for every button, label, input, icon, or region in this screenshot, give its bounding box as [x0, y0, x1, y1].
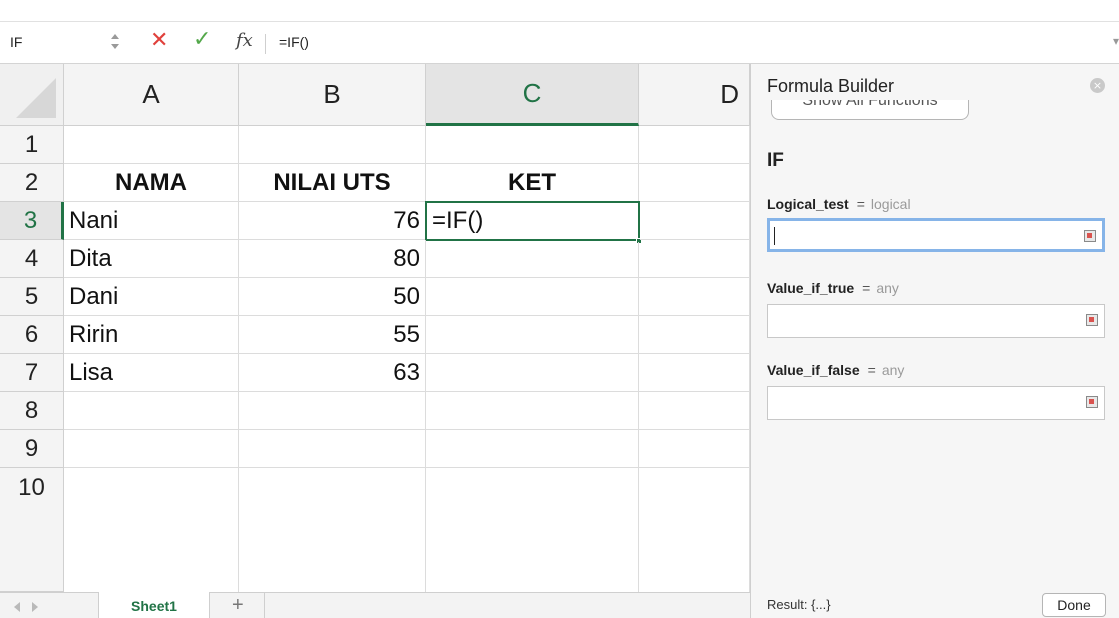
sheet-tab-sheet1[interactable]: Sheet1 [98, 592, 210, 618]
cell-d5[interactable] [639, 278, 750, 316]
close-icon[interactable]: × [1090, 78, 1105, 93]
cell-d3[interactable] [640, 202, 750, 240]
sheet-tabs-bar: Sheet1 + [0, 592, 750, 618]
text-caret [774, 227, 775, 245]
cell-c7[interactable] [426, 354, 639, 392]
row-header-10[interactable]: 10 [0, 468, 64, 592]
arg-label-value-if-false: Value_if_false = any [767, 362, 904, 378]
insert-function-icon[interactable]: fx [236, 30, 253, 51]
cell-a6[interactable]: Ririn [64, 316, 239, 354]
cell-b10[interactable] [239, 468, 426, 592]
range-select-icon[interactable] [1086, 314, 1098, 326]
done-button[interactable]: Done [1042, 593, 1106, 617]
select-all-corner[interactable] [0, 64, 64, 126]
formula-input[interactable]: =IF() [279, 34, 309, 50]
row-header-8[interactable]: 8 [0, 392, 64, 430]
cell-b3[interactable]: 76 [239, 202, 426, 240]
cell-b6[interactable]: 55 [239, 316, 426, 354]
next-sheet-icon[interactable] [32, 602, 38, 612]
logical-test-input[interactable] [767, 218, 1105, 252]
range-select-icon[interactable] [1084, 230, 1096, 242]
cell-a9[interactable] [64, 430, 239, 468]
formula-builder-panel: Formula Builder × Show All Functions IF … [750, 64, 1119, 618]
cell-c4[interactable] [426, 242, 639, 278]
arg-equals: = [867, 362, 876, 378]
value-if-true-input[interactable] [767, 304, 1105, 338]
formula-bar-expand-icon[interactable]: ▾ [1113, 34, 1119, 48]
formula-bar: IF ✕ ✓ fx =IF() ▾ [0, 22, 1119, 64]
cell-a7[interactable]: Lisa [64, 354, 239, 392]
cell-b9[interactable] [239, 430, 426, 468]
cell-d2[interactable] [639, 164, 750, 202]
tabs-divider [264, 593, 265, 618]
cell-d7[interactable] [639, 354, 750, 392]
cell-a3[interactable]: Nani [64, 202, 239, 240]
name-box-stepper-icon[interactable] [110, 29, 120, 55]
row-header-9[interactable]: 9 [0, 430, 64, 468]
column-header-a[interactable]: A [64, 64, 239, 126]
arg-equals: = [862, 280, 871, 296]
cell-b2[interactable]: NILAI UTS [239, 164, 426, 202]
arg-type: any [876, 280, 899, 296]
enter-formula-icon[interactable]: ✓ [193, 27, 211, 52]
arg-equals: = [856, 196, 865, 212]
result-label: Result: {...} [767, 597, 831, 612]
column-header-d[interactable]: D [639, 64, 750, 126]
add-sheet-icon[interactable]: + [232, 594, 244, 617]
cell-d9[interactable] [639, 430, 750, 468]
value-if-false-input[interactable] [767, 386, 1105, 420]
function-name: IF [767, 150, 784, 171]
range-select-icon[interactable] [1086, 396, 1098, 408]
column-header-c[interactable]: C [426, 64, 639, 126]
cell-b5[interactable]: 50 [239, 278, 426, 316]
row-header-6[interactable]: 6 [0, 316, 64, 354]
cell-b7[interactable]: 63 [239, 354, 426, 392]
row-header-1[interactable]: 1 [0, 126, 64, 164]
formula-bar-divider [265, 34, 266, 54]
cell-b4[interactable]: 80 [239, 240, 426, 278]
panel-title: Formula Builder [767, 76, 895, 96]
cell-c9[interactable] [426, 430, 639, 468]
arg-name: Value_if_true [767, 280, 855, 296]
cell-c6[interactable] [426, 316, 639, 354]
title-strip [0, 0, 1119, 22]
cell-b1[interactable] [239, 126, 426, 164]
cell-d4[interactable] [639, 240, 750, 278]
cell-a8[interactable] [64, 392, 239, 430]
arg-label-logical-test: Logical_test = logical [767, 196, 911, 212]
column-header-b[interactable]: B [239, 64, 426, 126]
cell-a1[interactable] [64, 126, 239, 164]
cell-c5[interactable] [426, 278, 639, 316]
cell-a4[interactable]: Dita [64, 240, 239, 278]
cell-d6[interactable] [639, 316, 750, 354]
row-header-5[interactable]: 5 [0, 278, 64, 316]
row-header-3[interactable]: 3 [0, 202, 64, 240]
arg-name: Value_if_false [767, 362, 860, 378]
cell-c2[interactable]: KET [426, 164, 639, 202]
previous-sheet-icon[interactable] [14, 602, 20, 612]
row-header-4[interactable]: 4 [0, 240, 64, 278]
arg-type: any [881, 362, 905, 378]
cell-c8[interactable] [426, 392, 639, 430]
spreadsheet-grid: A B C D 1 2 3 4 5 6 7 8 9 10 NAMA NILAI … [0, 64, 750, 592]
cell-a2[interactable]: NAMA [64, 164, 239, 202]
cell-b8[interactable] [239, 392, 426, 430]
name-box[interactable]: IF [10, 34, 22, 50]
cell-d1[interactable] [639, 126, 750, 164]
arg-name: Logical_test [767, 196, 849, 212]
row-header-2[interactable]: 2 [0, 164, 64, 202]
arg-label-value-if-true: Value_if_true = any [767, 280, 899, 296]
cancel-formula-icon[interactable]: ✕ [150, 28, 168, 53]
cell-d8[interactable] [639, 392, 750, 430]
cell-d10[interactable] [639, 468, 750, 592]
cell-c10[interactable] [426, 468, 639, 592]
cell-c1[interactable] [426, 126, 639, 164]
cell-a5[interactable]: Dani [64, 278, 239, 316]
cell-a10[interactable] [64, 468, 239, 592]
show-all-functions-button[interactable]: Show All Functions [771, 100, 969, 120]
row-header-7[interactable]: 7 [0, 354, 64, 392]
show-all-functions-label: Show All Functions [802, 100, 938, 109]
cell-c3-active[interactable]: =IF() [425, 201, 640, 241]
arg-type: logical [870, 196, 911, 212]
